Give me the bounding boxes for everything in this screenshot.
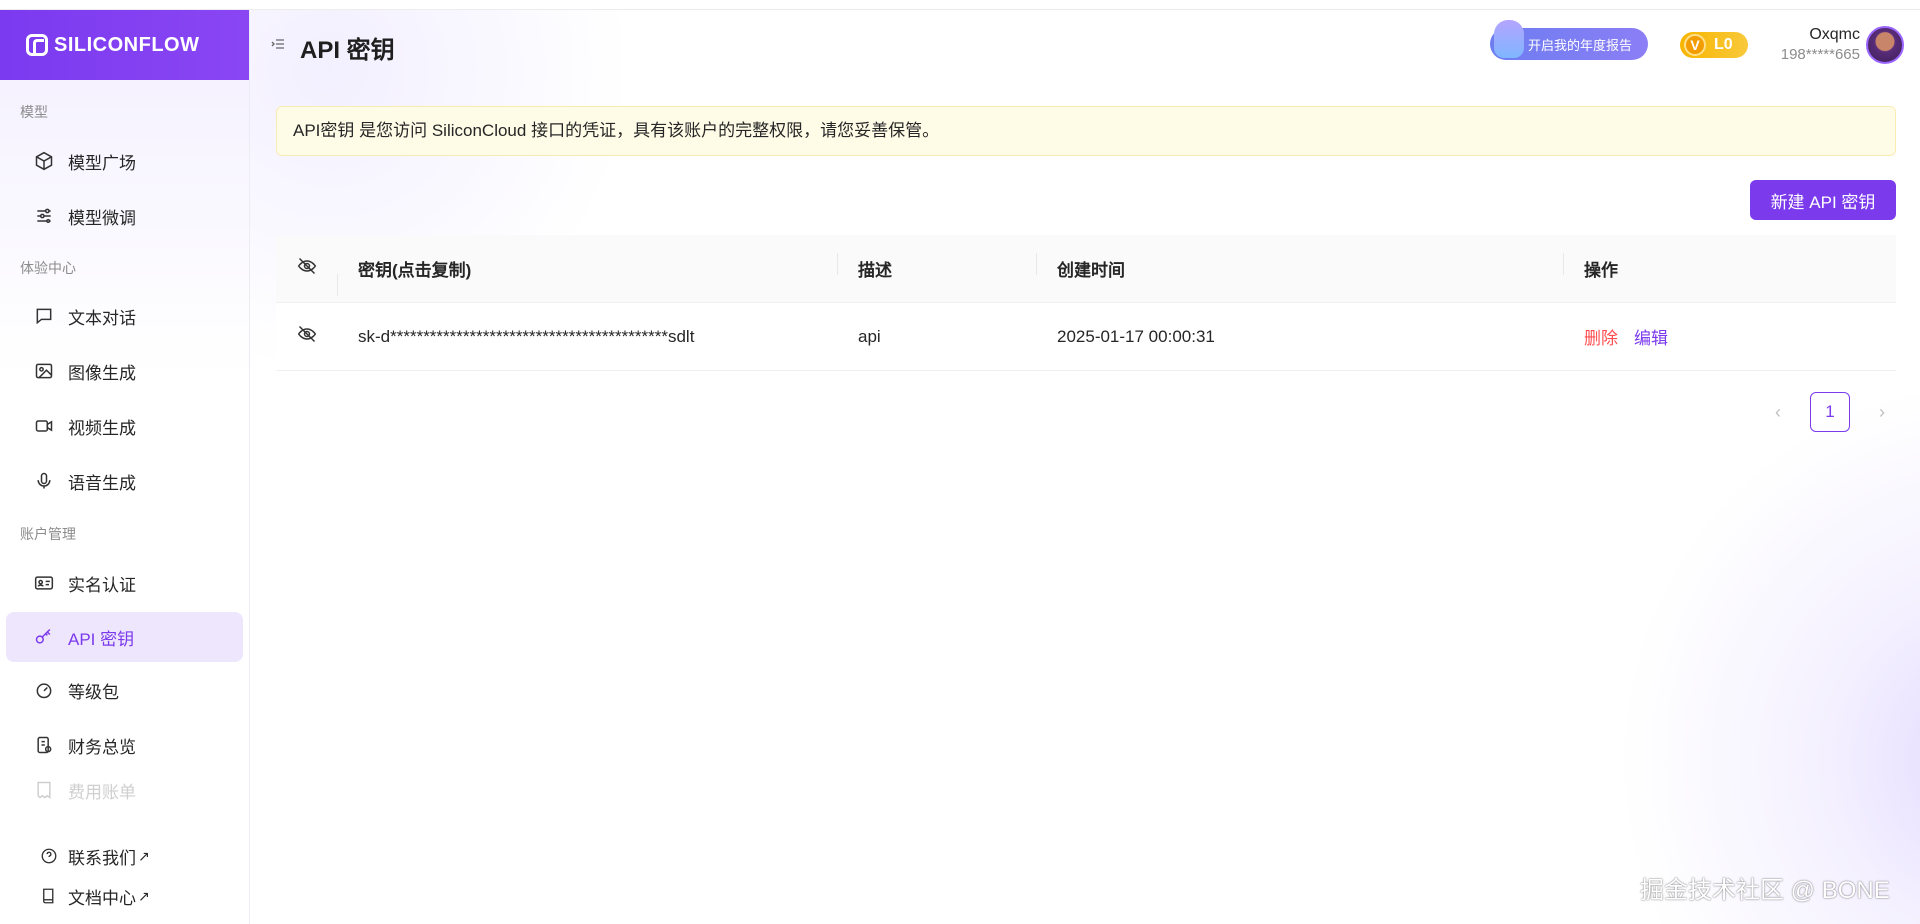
- section-label-account: 账户管理: [20, 526, 76, 542]
- mascot-icon: [1494, 20, 1524, 58]
- sidebar-item-label: 语音生成: [68, 473, 136, 493]
- help-circle-icon: [40, 847, 58, 865]
- sidebar-item-finance[interactable]: 财务总览: [6, 718, 243, 772]
- sidebar-item-label: 模型微调: [68, 208, 136, 228]
- prev-page-icon[interactable]: ‹: [1760, 394, 1796, 430]
- microphone-icon: [34, 471, 54, 491]
- sidebar-item-label: 等级包: [68, 682, 119, 702]
- level-label: L0: [1714, 36, 1733, 53]
- sidebar-item-real-name[interactable]: 实名认证: [6, 556, 243, 610]
- sidebar-item-billing[interactable]: 费用账单: [6, 772, 243, 808]
- eye-off-icon: [297, 256, 317, 281]
- sliders-icon: [34, 206, 54, 226]
- sidebar-item-video-gen[interactable]: 视频生成: [6, 398, 243, 454]
- annual-report-button[interactable]: 开启我的年度报告: [1490, 20, 1648, 60]
- sidebar-item-model-square[interactable]: 模型广场: [6, 134, 243, 188]
- section-label-experience: 体验中心: [20, 260, 76, 276]
- bill-icon: [34, 780, 54, 800]
- sidebar-item-label: 财务总览: [68, 737, 136, 757]
- sidebar-item-level-pack[interactable]: 等级包: [6, 662, 243, 718]
- finance-icon: [34, 735, 54, 755]
- contact-us-link[interactable]: 联系我们 ↗: [0, 836, 250, 876]
- sidebar-item-text-chat[interactable]: 文本对话: [6, 288, 243, 344]
- cube-icon: [34, 151, 54, 171]
- app-root: SILICONFLOW 模型 模型广场 模型微调 体验中心 文本对话 图像生成 …: [0, 0, 1920, 924]
- contact-us-label: 联系我们: [68, 848, 136, 868]
- toggle-visibility-row[interactable]: [276, 324, 338, 349]
- page-number[interactable]: 1: [1810, 392, 1850, 432]
- header-key: 密钥(点击复制): [338, 235, 838, 302]
- gauge-icon: [34, 680, 54, 700]
- page-header: API 密钥 开启我的年度报告 V L0 Oxqmc 198*****665: [250, 10, 1920, 80]
- sidebar-item-label: 图像生成: [68, 363, 136, 383]
- next-page-icon[interactable]: ›: [1864, 394, 1900, 430]
- vip-icon: V: [1684, 34, 1706, 56]
- sidebar-item-model-finetune[interactable]: 模型微调: [6, 188, 243, 244]
- logo-bar[interactable]: SILICONFLOW: [0, 10, 249, 80]
- annual-report-label: 开启我的年度报告: [1528, 37, 1633, 53]
- header-created: 创建时间: [1037, 235, 1564, 302]
- book-icon: [40, 887, 58, 905]
- key-icon: [34, 627, 54, 647]
- api-keys-table: 密钥(点击复制) 描述 创建时间 操作 sk-d****************…: [276, 235, 1896, 371]
- image-icon: [34, 361, 54, 381]
- main-content: API 密钥 开启我的年度报告 V L0 Oxqmc 198*****665 A…: [250, 10, 1920, 924]
- delete-button[interactable]: 删除: [1584, 324, 1618, 349]
- collapse-sidebar-icon[interactable]: [270, 36, 286, 52]
- api-key-notice: API密钥 是您访问 SiliconCloud 接口的凭证，具有该账户的完整权限…: [276, 106, 1896, 156]
- docs-center-link[interactable]: 文档中心 ↗: [0, 876, 250, 916]
- sidebar-item-label: 模型广场: [68, 153, 136, 173]
- chat-icon: [34, 306, 54, 326]
- sidebar-bottom-links: 联系我们 ↗ 文档中心 ↗: [0, 836, 250, 916]
- edit-button[interactable]: 编辑: [1634, 324, 1668, 349]
- sidebar-item-label: 视频生成: [68, 418, 136, 438]
- video-icon: [34, 416, 54, 436]
- top-bar-line: [0, 0, 1920, 10]
- header-operations: 操作: [1584, 261, 1618, 280]
- user-name[interactable]: Oxqmc: [1760, 26, 1860, 44]
- section-label-models: 模型: [20, 104, 48, 120]
- level-badge[interactable]: V L0: [1680, 32, 1748, 58]
- row-operations: 删除 编辑: [1564, 303, 1896, 370]
- new-api-key-button[interactable]: 新建 API 密钥: [1750, 180, 1896, 220]
- api-key-created-time: 2025-01-17 00:00:31: [1057, 326, 1215, 346]
- sidebar-item-label: 文本对话: [68, 308, 136, 328]
- sidebar-item-speech-gen[interactable]: 语音生成: [6, 454, 243, 508]
- sidebar-item-image-gen[interactable]: 图像生成: [6, 344, 243, 398]
- api-key-description: api: [858, 326, 881, 346]
- eye-off-icon: [297, 324, 317, 349]
- sidebar-item-label: 费用账单: [68, 782, 136, 802]
- siliconflow-logo-icon: [26, 34, 48, 56]
- header-description: 描述: [838, 235, 1037, 302]
- toggle-visibility-all[interactable]: [276, 256, 338, 296]
- sidebar-item-api-keys[interactable]: API 密钥: [6, 612, 243, 662]
- table-header: 密钥(点击复制) 描述 创建时间 操作: [276, 235, 1896, 303]
- page-title: API 密钥: [300, 37, 395, 64]
- docs-center-label: 文档中心: [68, 888, 136, 908]
- table-row: sk-d************************************…: [276, 303, 1896, 371]
- avatar[interactable]: [1866, 26, 1904, 64]
- logo-text: SILICONFLOW: [54, 33, 200, 56]
- api-key-value[interactable]: sk-d************************************…: [338, 303, 838, 370]
- id-card-icon: [34, 573, 54, 593]
- user-phone: 198*****665: [1780, 46, 1860, 63]
- pagination: ‹ 1 ›: [1760, 392, 1900, 432]
- sidebar: SILICONFLOW 模型 模型广场 模型微调 体验中心 文本对话 图像生成 …: [0, 10, 250, 924]
- sidebar-item-label: 实名认证: [68, 575, 136, 595]
- external-link-icon: ↗: [138, 847, 150, 864]
- sidebar-item-label: API 密钥: [68, 629, 135, 649]
- external-link-icon: ↗: [138, 887, 150, 904]
- watermark: 掘金技术社区 @ BONE: [1640, 877, 1890, 904]
